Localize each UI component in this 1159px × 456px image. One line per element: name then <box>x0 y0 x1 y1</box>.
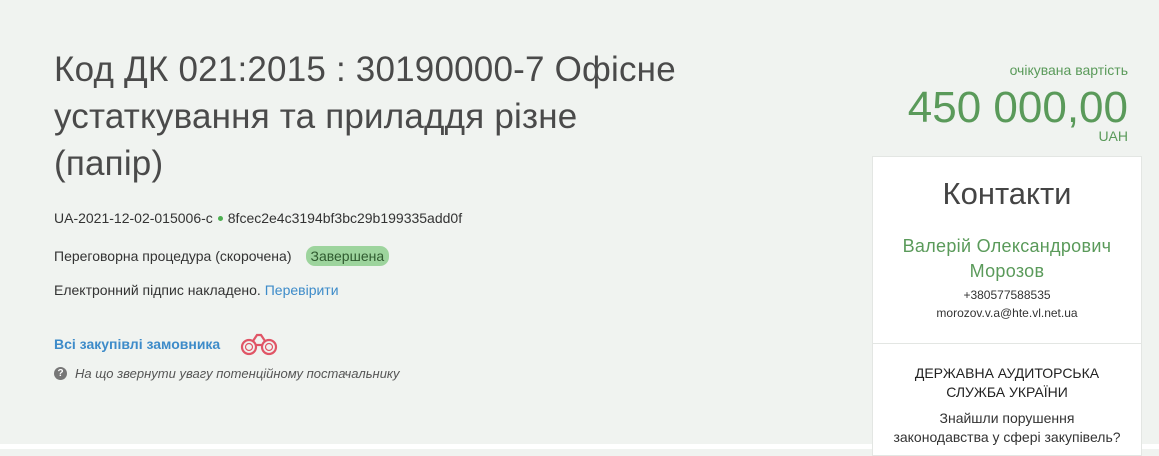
currency-label: UAH <box>1098 128 1128 144</box>
all-purchases-link[interactable]: Всі закупівлі замовника <box>54 336 220 352</box>
binoculars-icon[interactable] <box>238 331 280 357</box>
contact-name: Валерій Олександрович Морозов <box>872 234 1142 284</box>
contact-name-line-1: Валерій Олександрович <box>902 236 1112 256</box>
contacts-title: Контакти <box>942 176 1072 211</box>
tender-hash: 8fcec2e4c3194bf3bc29b199335add0f <box>227 210 463 226</box>
all-purchases-row: Всі закупівлі замовника <box>54 331 280 357</box>
signature-row: Електронний підпис накладено. Перевірити <box>54 282 339 298</box>
title-line-2: устаткування та приладдя різне <box>54 97 578 136</box>
audit-title-line-1: ДЕРЖАВНА АУДИТОРСЬКА <box>914 365 1100 381</box>
audit-text-line-2: законодавства у сфері закупівель? <box>893 429 1121 445</box>
contact-email[interactable]: morozov.v.a@hte.vl.net.ua <box>872 306 1142 320</box>
tender-id: UA-2021-12-02-015006-c <box>54 210 213 226</box>
audit-service-title: ДЕРЖАВНА АУДИТОРСЬКА СЛУЖБА УКРАЇНИ <box>872 364 1142 402</box>
dot-icon <box>217 215 223 221</box>
title-line-1: Код ДК 021:2015 : 30190000-7 Офісне <box>54 50 676 89</box>
expected-price-amount: 450 000,00 <box>907 83 1128 132</box>
procedure-type: Переговорна процедура (скорочена) <box>54 248 292 264</box>
tender-ids: UA-2021-12-02-015006-c 8fcec2e4c3194bf3bc… <box>54 210 462 226</box>
audit-text-line-1: Знайшли порушення <box>939 410 1075 426</box>
title-line-3: (папір) <box>54 144 164 183</box>
verify-signature-link[interactable]: Перевірити <box>265 282 339 298</box>
expected-price-label: очікувана вартість <box>1009 62 1128 78</box>
question-icon: ? <box>54 367 67 380</box>
status-badge: Завершена <box>305 246 390 266</box>
audit-title-line-2: СЛУЖБА УКРАЇНИ <box>946 384 1068 400</box>
card-divider <box>872 343 1142 344</box>
supplier-hint-text: На що звернути увагу потенційному постач… <box>75 366 400 381</box>
supplier-hint-row[interactable]: ? На що звернути увагу потенційному пост… <box>54 366 400 381</box>
procedure-row: Переговорна процедура (скорочена) Заверш… <box>54 246 390 266</box>
tender-title: Код ДК 021:2015 : 30190000-7 Офісне уста… <box>54 46 754 187</box>
contact-name-line-2: Морозов <box>969 261 1045 281</box>
contact-phone[interactable]: +380577588535 <box>872 288 1142 302</box>
audit-service-text[interactable]: Знайшли порушення законодавства у сфері … <box>872 409 1142 447</box>
signature-text: Електронний підпис накладено. <box>54 282 261 298</box>
